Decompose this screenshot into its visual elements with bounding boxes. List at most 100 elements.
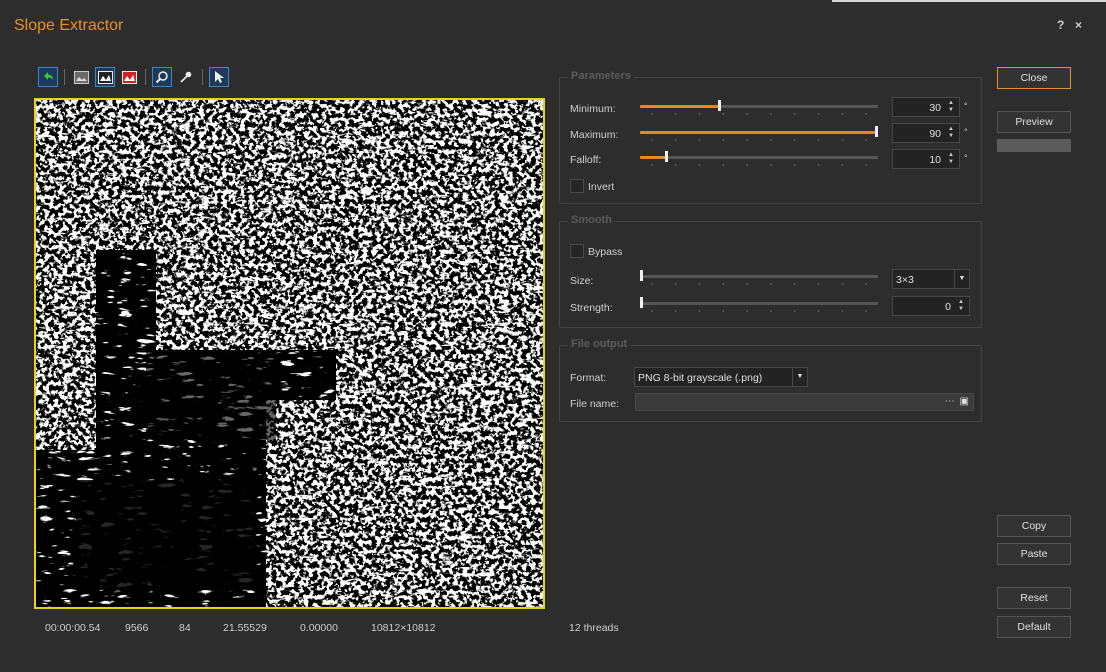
- falloff-value: 10: [929, 154, 941, 166]
- smooth-group: Smooth Bypass Size: 3×3 ▼ Strength: 0 ▲ ▼: [559, 214, 982, 328]
- minimum-value: 30: [929, 102, 941, 114]
- preview-button[interactable]: Preview: [997, 111, 1071, 133]
- chevron-down-icon[interactable]: ▼: [792, 368, 807, 386]
- format-label: Format:: [570, 372, 607, 384]
- size-value: 3×3: [896, 274, 914, 286]
- spin-arrows-icon[interactable]: ▲ ▼: [945, 100, 957, 114]
- slider-thumb[interactable]: [718, 100, 721, 111]
- format-value: PNG 8-bit grayscale (.png): [638, 372, 763, 384]
- eyedropper-button[interactable]: [176, 67, 196, 87]
- toolbar-separator: [202, 69, 203, 85]
- reset-button[interactable]: Reset: [997, 587, 1071, 609]
- image-icon: [73, 70, 89, 84]
- toolbar-separator: [145, 69, 146, 85]
- source-image-button[interactable]: [71, 67, 91, 87]
- file-output-group: File output Format: PNG 8-bit grayscale …: [559, 338, 982, 422]
- slider-thumb[interactable]: [640, 270, 643, 281]
- slider-track: [640, 275, 878, 278]
- slider-thumb[interactable]: [665, 151, 668, 162]
- slider-ticks: [640, 283, 878, 285]
- window-title: Slope Extractor: [14, 17, 124, 34]
- spin-arrows-icon[interactable]: ▲ ▼: [945, 152, 957, 166]
- slope-mask-render: [36, 100, 543, 607]
- falloff-label: Falloff:: [570, 154, 602, 166]
- parameters-group: Parameters Minimum: 30 ▲ ▼ ° Maximum: 90 …: [559, 70, 982, 204]
- status-value-2: 84: [179, 622, 191, 634]
- image-red-icon: [121, 70, 137, 84]
- slider-track: [640, 156, 878, 159]
- minimum-slider[interactable]: [640, 100, 878, 115]
- slider-ticks: [640, 310, 878, 312]
- preview-progress-bar: [997, 139, 1071, 152]
- zoom-icon: [155, 71, 168, 84]
- status-value-1: 9566: [125, 622, 149, 634]
- browse-ellipsis-icon[interactable]: ⋯: [945, 396, 956, 407]
- eyedropper-icon: [180, 71, 192, 83]
- spin-arrows-icon[interactable]: ▲ ▼: [945, 126, 957, 140]
- filename-label: File name:: [570, 398, 620, 410]
- default-button[interactable]: Default: [997, 616, 1071, 638]
- status-time: 00:00:00.54: [45, 622, 101, 634]
- pointer-icon: [215, 71, 224, 83]
- minimum-label: Minimum:: [570, 103, 616, 115]
- size-select[interactable]: 3×3 ▼: [892, 269, 970, 289]
- size-slider[interactable]: [640, 270, 878, 285]
- slider-track: [640, 302, 878, 305]
- copy-button[interactable]: Copy: [997, 515, 1071, 537]
- mask-image-button[interactable]: [119, 67, 139, 87]
- filename-input[interactable]: ⋯ ▣: [635, 393, 974, 411]
- slider-ticks: [640, 164, 878, 166]
- falloff-slider[interactable]: [640, 151, 878, 166]
- maximum-label: Maximum:: [570, 129, 619, 141]
- slider-thumb[interactable]: [640, 297, 643, 308]
- status-value-3: 21.55529: [223, 622, 267, 634]
- undo-icon: [44, 72, 53, 80]
- format-select[interactable]: PNG 8-bit grayscale (.png) ▼: [634, 367, 808, 387]
- maximum-value: 90: [929, 128, 941, 140]
- minimum-unit: °: [964, 101, 968, 111]
- status-image-size: 10812×10812: [371, 622, 436, 634]
- invert-label[interactable]: Invert: [588, 181, 614, 193]
- maximum-unit: °: [964, 127, 968, 137]
- bypass-label[interactable]: Bypass: [588, 246, 622, 258]
- zoom-button[interactable]: [152, 67, 172, 87]
- slider-thumb[interactable]: [875, 126, 878, 137]
- parameters-title: Parameters: [568, 70, 634, 82]
- maximum-slider[interactable]: [640, 126, 878, 141]
- toolbar-separator: [64, 69, 65, 85]
- invert-checkbox[interactable]: [570, 179, 584, 193]
- bypass-checkbox[interactable]: [570, 244, 584, 258]
- strength-value: 0: [945, 301, 951, 313]
- pointer-button[interactable]: [209, 67, 229, 87]
- window-top-highlight: [832, 0, 1106, 2]
- status-threads: 12 threads: [569, 622, 619, 634]
- result-image-button[interactable]: [95, 67, 115, 87]
- save-disk-icon[interactable]: ▣: [960, 396, 970, 407]
- smooth-title: Smooth: [568, 214, 615, 226]
- falloff-unit: °: [964, 153, 968, 163]
- paste-button[interactable]: Paste: [997, 543, 1071, 565]
- close-window-button[interactable]: ×: [1075, 18, 1082, 32]
- maximum-spinbox[interactable]: 90 ▲ ▼: [892, 123, 960, 143]
- file-output-title: File output: [568, 338, 631, 350]
- slider-fill: [640, 131, 878, 134]
- image-pick-icon: [97, 70, 113, 84]
- slider-fill: [640, 156, 667, 159]
- falloff-spinbox[interactable]: 10 ▲ ▼: [892, 149, 960, 169]
- minimum-spinbox[interactable]: 30 ▲ ▼: [892, 97, 960, 117]
- undo-button[interactable]: [38, 67, 58, 87]
- slider-fill: [640, 105, 719, 108]
- strength-label: Strength:: [570, 302, 613, 314]
- slope-preview-image[interactable]: [34, 98, 545, 609]
- strength-spinbox[interactable]: 0 ▲ ▼: [892, 296, 970, 316]
- spin-arrows-icon[interactable]: ▲ ▼: [955, 299, 967, 313]
- chevron-down-icon[interactable]: ▼: [954, 270, 969, 288]
- strength-slider[interactable]: [640, 297, 878, 312]
- preview-toolbar: [38, 66, 229, 88]
- slider-ticks: [640, 139, 878, 141]
- status-value-4: 0.00000: [300, 622, 338, 634]
- size-label: Size:: [570, 275, 594, 287]
- help-button[interactable]: ?: [1057, 18, 1064, 32]
- slider-ticks: [640, 113, 878, 115]
- close-button[interactable]: Close: [997, 67, 1071, 89]
